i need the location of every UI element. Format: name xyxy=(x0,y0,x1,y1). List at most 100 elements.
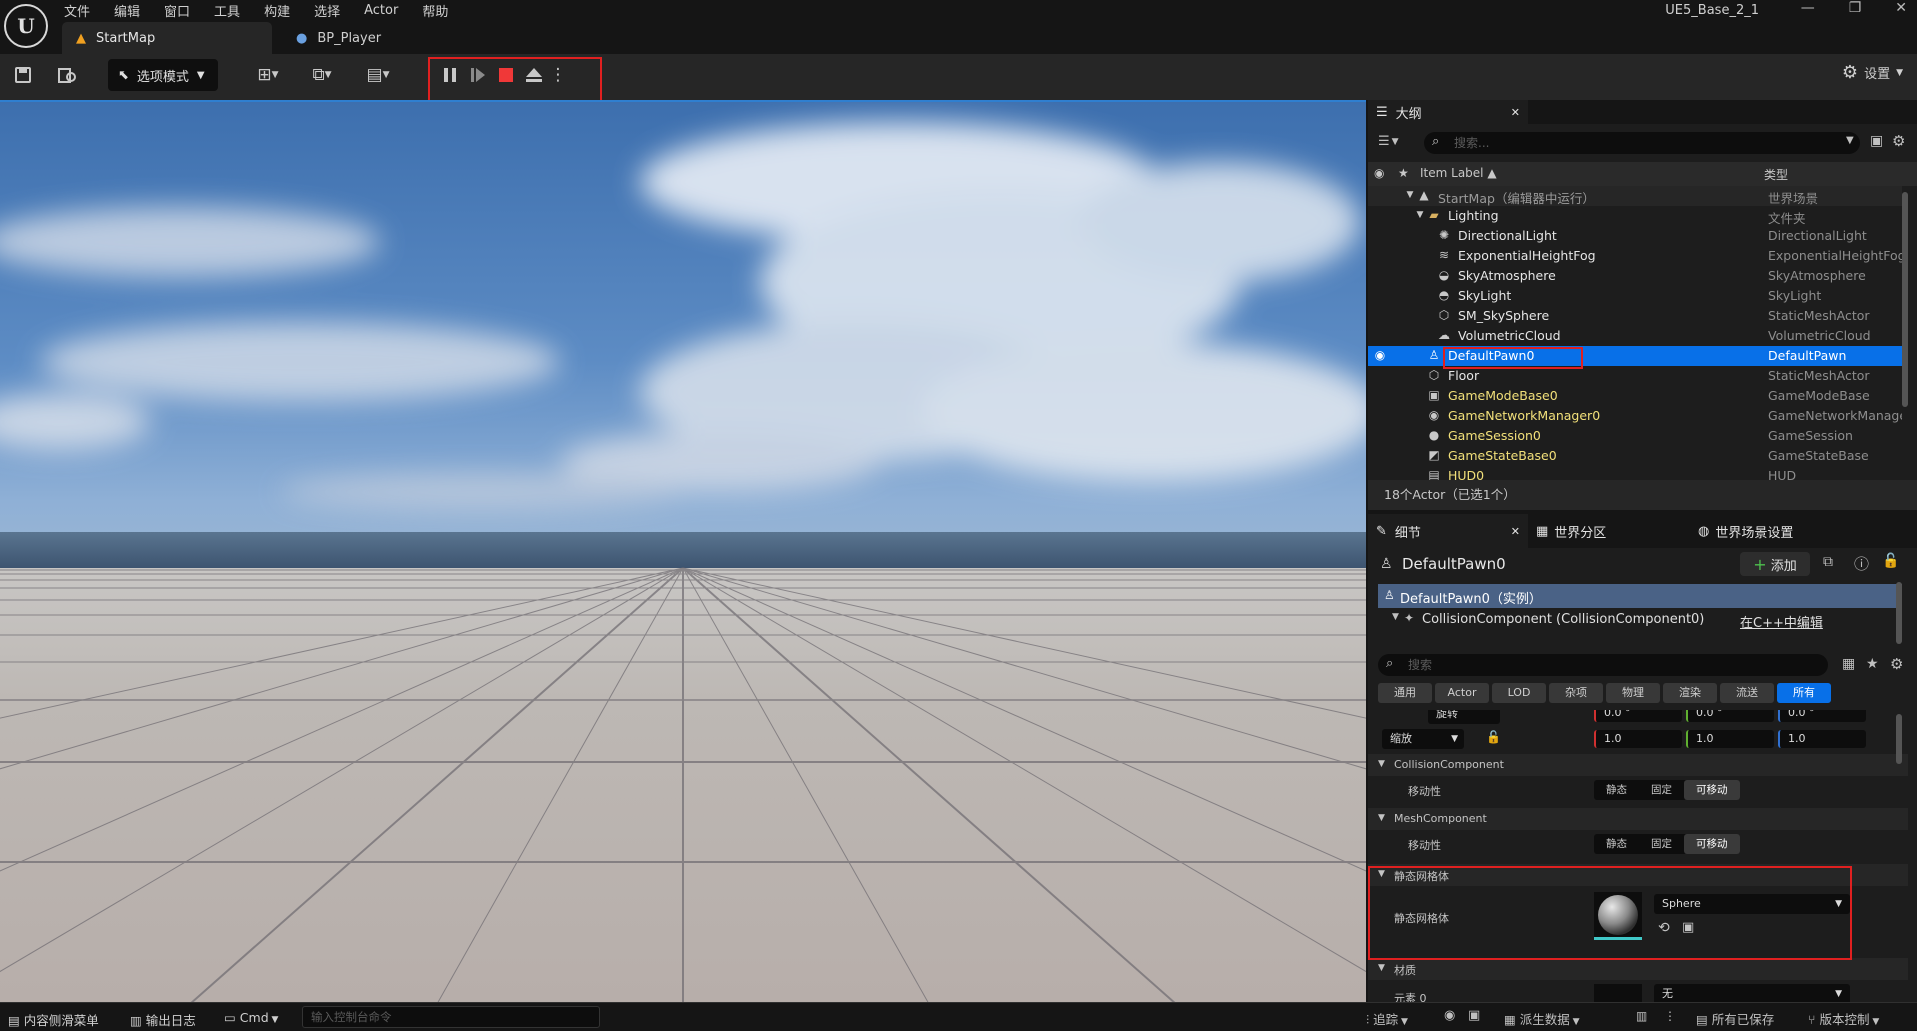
trace-button[interactable]: ⫶ 追踪 ▼ xyxy=(1366,1009,1408,1028)
outliner-row[interactable]: ▼ ▰ Lighting 文件夹 xyxy=(1368,206,1902,226)
details-scrollbar[interactable] xyxy=(1896,714,1902,764)
save-icon[interactable] xyxy=(8,60,38,90)
outliner-row[interactable]: ☁ VolumetricCloud VolumetricCloud xyxy=(1368,326,1902,346)
scale-x[interactable]: 1.0 xyxy=(1594,730,1682,748)
menu-window[interactable]: 窗口 xyxy=(164,1,190,20)
close-icon[interactable]: ✕ xyxy=(1511,106,1520,119)
table-view-icon[interactable]: ▦ xyxy=(1842,656,1855,672)
mobility-static[interactable]: 静态 xyxy=(1594,780,1639,800)
close-window-icon[interactable]: ✕ xyxy=(1895,0,1907,16)
filter-lod[interactable]: LOD xyxy=(1492,683,1546,703)
column-type[interactable]: 类型 xyxy=(1764,166,1788,183)
menu-tools[interactable]: 工具 xyxy=(214,1,240,20)
outliner-search-input[interactable]: 搜索... xyxy=(1424,132,1860,154)
unreal-logo-icon[interactable]: U xyxy=(4,4,48,48)
star-icon[interactable]: ★ xyxy=(1398,166,1409,180)
outliner-scrollbar[interactable] xyxy=(1902,192,1908,407)
mobility-movable[interactable]: 可移动 xyxy=(1684,780,1740,800)
section-materials[interactable]: ▼ 材质 xyxy=(1368,958,1908,980)
more-options-icon[interactable]: ⋮ xyxy=(1664,1009,1676,1023)
mobility-movable[interactable]: 可移动 xyxy=(1684,834,1740,854)
tab-world-settings[interactable]: ◍ 世界场景设置 xyxy=(1698,519,1793,543)
scale-dropdown[interactable]: 缩放 ▼ xyxy=(1382,729,1464,749)
record-icon[interactable]: ◉ xyxy=(1444,1008,1455,1023)
tab-outliner[interactable]: ☰ 大纲 ✕ xyxy=(1368,100,1528,124)
outliner-row[interactable]: ▣ GameModeBase0 GameModeBase xyxy=(1368,386,1902,406)
component-row-collision[interactable]: ▼ ✦ CollisionComponent (CollisionCompone… xyxy=(1378,608,1902,632)
mobility-stationary[interactable]: 固定 xyxy=(1639,780,1684,800)
eye-icon[interactable]: ◉ xyxy=(1372,348,1388,364)
outliner-row[interactable]: ✺ DirectionalLight DirectionalLight xyxy=(1368,226,1902,246)
component-row-instance[interactable]: ♙ DefaultPawn0（实例） xyxy=(1378,584,1902,608)
outliner-row[interactable]: ≋ ExponentialHeightFog ExponentialHeightFo… xyxy=(1368,246,1902,266)
build-status-icon[interactable]: ▥ xyxy=(1636,1009,1647,1023)
menu-edit[interactable]: 编辑 xyxy=(114,1,140,20)
filter-actor[interactable]: Actor xyxy=(1435,683,1489,703)
lock-icon[interactable]: 🔓 xyxy=(1486,730,1501,744)
outliner-row[interactable]: ◒ SkyAtmosphere SkyAtmosphere xyxy=(1368,266,1902,286)
material-dropdown[interactable]: 无 ▼ xyxy=(1654,984,1850,1002)
scale-z[interactable]: 1.0 xyxy=(1778,730,1866,748)
menu-actor[interactable]: Actor xyxy=(364,3,398,18)
skip-frame-icon[interactable] xyxy=(463,60,493,90)
screenshot-icon[interactable]: ▣ xyxy=(1468,1008,1480,1023)
filter-button[interactable]: ☰ ▼ xyxy=(1378,134,1399,149)
add-component-button[interactable]: + 添加 xyxy=(1740,552,1810,576)
all-saved-button[interactable]: ▤ 所有已保存 xyxy=(1696,1009,1774,1028)
content-drawer-button[interactable]: ▤ 内容侧滑菜单 xyxy=(8,1010,99,1029)
eye-icon[interactable]: ◉ xyxy=(1374,166,1384,180)
filter-general[interactable]: 通用 xyxy=(1378,683,1432,703)
menu-build[interactable]: 构建 xyxy=(264,1,290,20)
filter-physics[interactable]: 物理 xyxy=(1606,683,1660,703)
chevron-down-icon[interactable]: ▼ xyxy=(1846,135,1854,146)
tab-world-partition[interactable]: ▦ 世界分区 xyxy=(1536,519,1606,543)
scale-y[interactable]: 1.0 xyxy=(1686,730,1774,748)
blueprint-convert-icon[interactable]: ⧉ xyxy=(1823,554,1833,570)
mobility-static[interactable]: 静态 xyxy=(1594,834,1639,854)
pause-icon[interactable] xyxy=(435,60,465,90)
menu-select[interactable]: 选择 xyxy=(314,1,340,20)
tab-details[interactable]: ✎ 细节 ✕ xyxy=(1368,514,1528,548)
section-mesh-component[interactable]: ▼ MeshComponent xyxy=(1368,808,1908,830)
source-control-button[interactable]: ⑂ 版本控制 ▼ xyxy=(1808,1009,1879,1028)
column-item-label[interactable]: Item Label ▲ xyxy=(1420,166,1497,180)
output-log-button[interactable]: ▥ 输出日志 xyxy=(130,1010,196,1029)
lock-icon[interactable]: 🔓 xyxy=(1882,553,1899,569)
filter-rendering[interactable]: 渲染 xyxy=(1663,683,1717,703)
rotation-dropdown[interactable]: 旋转 xyxy=(1428,710,1500,724)
help-icon[interactable]: ⓘ xyxy=(1854,553,1869,574)
restore-icon[interactable]: ❐ xyxy=(1849,0,1862,16)
edit-cpp-link[interactable]: 在C++中编辑 xyxy=(1740,612,1823,631)
gear-icon[interactable]: ⚙ xyxy=(1890,655,1903,673)
tab-bp-player[interactable]: ● BP_Player xyxy=(282,22,452,54)
outliner-row[interactable]: ▼ ▲ StartMap（编辑器中运行） 世界场景 xyxy=(1368,186,1902,206)
component-tree-scrollbar[interactable] xyxy=(1896,582,1902,644)
browse-content-icon[interactable] xyxy=(52,60,82,90)
mobility-selector[interactable]: 静态 固定 可移动 xyxy=(1594,780,1740,800)
stop-icon[interactable] xyxy=(491,60,521,90)
outliner-row[interactable]: ● GameSession0 GameSession xyxy=(1368,426,1902,446)
outliner-row[interactable]: ▤ HUD0 HUD xyxy=(1368,466,1902,480)
outliner-row[interactable]: ◓ SkyLight SkyLight xyxy=(1368,286,1902,306)
selection-mode-dropdown[interactable]: ⬉ 选项模式 ▼ xyxy=(108,59,218,91)
outliner-row[interactable]: ◩ GameStateBase0 GameStateBase xyxy=(1368,446,1902,466)
level-viewport[interactable] xyxy=(0,100,1366,1002)
rotation-z[interactable]: 0.0 ° xyxy=(1778,710,1866,722)
filter-streaming[interactable]: 流送 xyxy=(1720,683,1774,703)
filter-all[interactable]: 所有 xyxy=(1777,683,1831,703)
mobility-stationary[interactable]: 固定 xyxy=(1639,834,1684,854)
section-collision[interactable]: ▼ CollisionComponent xyxy=(1368,754,1908,776)
outliner-row[interactable]: ◉ GameNetworkManager0 GameNetworkManage xyxy=(1368,406,1902,426)
blueprint-menu-icon[interactable]: ⧉ ▼ xyxy=(302,60,342,90)
close-icon[interactable]: ✕ xyxy=(1511,525,1520,538)
cmd-dropdown[interactable]: ▭ Cmd ▼ xyxy=(224,1010,278,1025)
outliner-row[interactable]: ⬡ SM_SkySphere StaticMeshActor xyxy=(1368,306,1902,326)
menu-help[interactable]: 帮助 xyxy=(422,1,448,20)
minimize-icon[interactable]: — xyxy=(1801,0,1815,16)
mobility-selector[interactable]: 静态 固定 可移动 xyxy=(1594,834,1740,854)
settings-button[interactable]: ⚙ 设置 ▼ xyxy=(1842,62,1903,83)
gear-icon[interactable]: ⚙ xyxy=(1892,132,1905,150)
more-options-icon[interactable]: ⋮ xyxy=(548,60,568,90)
add-folder-icon[interactable]: ▣ xyxy=(1870,133,1883,149)
actor-name[interactable]: DefaultPawn0 xyxy=(1402,555,1506,573)
